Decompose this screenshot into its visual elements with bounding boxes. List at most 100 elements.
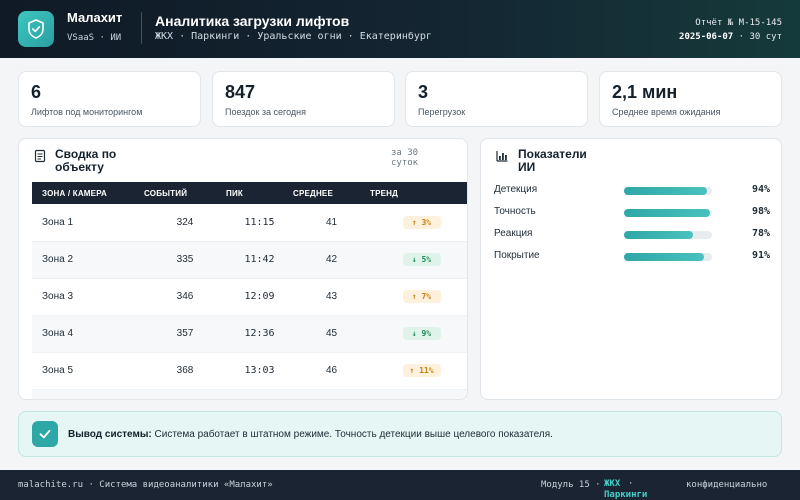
breadcrumb: ЖКХ · Паркинги · Уральские огни · Екатер… (155, 31, 432, 42)
app-header: Малахит VSaaS · ИИ Аналитика загрузки ли… (0, 0, 800, 58)
column-header: СРЕДНЕЕ (293, 188, 333, 198)
table-row: Зона 2 335 11:42 42 ↓ 5% (32, 241, 467, 278)
metric-row-accuracy: Точность 98% (494, 206, 770, 220)
average-cell: 43 (325, 291, 338, 302)
metric-value: 91% (751, 250, 770, 261)
events-cell: 335 (176, 254, 194, 265)
zone-cell: Зона 5 (42, 365, 74, 376)
events-cell: 324 (176, 216, 194, 228)
metric-bar (624, 231, 712, 239)
zone-cell: Зона 3 (42, 291, 74, 302)
trend-badge: ↑ 3% (402, 215, 441, 229)
events-cell: 346 (176, 291, 194, 302)
footer-tag: ЖКХ Паркинги (604, 479, 648, 500)
shield-check-logo-icon (18, 11, 54, 47)
ai-metrics-panel: Показатели ИИ Детекция 94% Точность 98% … (480, 138, 782, 400)
brand-name: Малахит (67, 10, 123, 25)
kpi-label: Среднее время ожидания (612, 107, 721, 117)
report-period: · 30 сут (738, 32, 782, 42)
metric-row-reaction: Реакция 78% (494, 228, 770, 242)
trend-badge: ↓ 5% (402, 253, 441, 266)
column-header: ТРЕНД (370, 188, 399, 198)
report-date: 2025-06-07 (679, 32, 734, 42)
system-output-text: Вывод системы: Система работает в штатно… (68, 429, 553, 440)
metric-bar-fill (624, 209, 711, 217)
footer-site: malachite.ru · Система видеоаналитики «М… (18, 480, 273, 490)
summary-title: Сводка по объекту (55, 147, 117, 174)
ai-metrics-title: Показатели ИИ (518, 147, 587, 174)
system-output-alert: Вывод системы: Система работает в штатно… (18, 411, 782, 457)
brand: Малахит VSaaS · ИИ (67, 10, 127, 46)
kpi-label: Лифтов под мониторингом (31, 107, 143, 117)
header-divider (141, 12, 142, 44)
events-cell: 357 (176, 328, 194, 339)
kpi-card-wait-time: 2,1 мин Среднее время ожидания (599, 71, 782, 127)
average-cell: 42 (325, 254, 338, 265)
system-output-message: Система работает в штатном режиме. Точно… (154, 429, 553, 440)
system-output-label: Вывод системы: (68, 429, 152, 440)
average-cell: 46 (325, 365, 338, 376)
page-title: Аналитика загрузки лифтов (155, 13, 350, 29)
kpi-card-monitored: 6 Лифтов под мониторингом (18, 71, 201, 127)
metric-row-detection: Детекция 94% (494, 184, 770, 198)
peak-cell: 11:15 (244, 216, 275, 228)
kpi-value: 3 (418, 82, 429, 102)
kpi-label: Поездок за сегодня (225, 107, 307, 117)
table-row: Зона 5 368 13:03 46 ↑ 11% (32, 352, 467, 389)
kpi-value: 6 (31, 82, 42, 102)
bar-chart-icon (496, 151, 508, 162)
metric-bar (624, 253, 712, 261)
metric-bar (624, 209, 712, 217)
zone-cell: Зона 4 (42, 328, 74, 339)
zone-cell: Зона 1 (42, 216, 74, 228)
checkmark-icon (32, 421, 58, 447)
footer-module: Модуль 15 · (541, 480, 601, 490)
average-cell: 41 (325, 216, 338, 228)
metric-value: 78% (751, 228, 770, 239)
metric-value: 98% (751, 206, 770, 217)
document-icon (34, 149, 46, 163)
trend-badge: ↑ 7% (402, 290, 441, 303)
trend-badge: ↑ 11% (402, 364, 441, 377)
table-row: Зона 1 324 11:15 41 ↑ 3% (32, 204, 467, 241)
peak-cell: 12:36 (244, 328, 275, 339)
table-row: Зона 3 346 12:09 43 ↑ 7% (32, 278, 467, 315)
summary-panel: Сводка по объекту за 30 суток ЗОНА / КАМ… (18, 138, 468, 400)
column-header: СОБЫТИЙ (144, 188, 188, 198)
table-row: Зона 4 357 12:36 45 ↓ 9% (32, 315, 467, 352)
metric-bar-fill (624, 253, 705, 261)
metric-bar-fill (624, 231, 693, 239)
kpi-card-overloads: 3 Перегрузок (405, 71, 588, 127)
column-header: ЗОНА / КАМЕРА (42, 188, 108, 198)
trend-badge: ↓ 9% (402, 327, 441, 340)
peak-cell: 11:42 (244, 254, 275, 265)
metric-bar-fill (624, 187, 707, 195)
column-header: ПИК (226, 188, 243, 198)
metric-label: Покрытие (494, 250, 540, 261)
brand-subtitle: VSaaS · ИИ (67, 33, 122, 43)
metric-row-coverage: Покрытие 91% (494, 250, 770, 264)
metric-label: Детекция (494, 184, 538, 195)
average-cell: 45 (325, 328, 338, 339)
report-number: Отчёт № M-15-145 (695, 18, 782, 28)
peak-cell: 13:03 (244, 365, 275, 376)
footer-separator: · (628, 479, 634, 489)
footer: malachite.ru · Система видеоаналитики «М… (0, 470, 800, 500)
kpi-value: 847 (225, 82, 256, 102)
table-row (32, 389, 467, 399)
summary-table: ЗОНА / КАМЕРА СОБЫТИЙ ПИК СРЕДНЕЕ ТРЕНД … (32, 182, 467, 399)
summary-period: за 30 суток (391, 148, 419, 168)
peak-cell: 12:09 (244, 291, 275, 302)
events-cell: 368 (176, 365, 194, 376)
metric-label: Точность (494, 206, 536, 217)
kpi-card-trips: 847 Поездок за сегодня (212, 71, 395, 127)
report-info: Отчёт № M-15-145 2025-06-07 · 30 сут (672, 16, 782, 44)
table-header-row: ЗОНА / КАМЕРА СОБЫТИЙ ПИК СРЕДНЕЕ ТРЕНД (32, 182, 467, 204)
kpi-value: 2,1 мин (612, 82, 678, 102)
zone-cell: Зона 2 (42, 254, 74, 265)
metric-value: 94% (751, 184, 770, 195)
metric-bar (624, 187, 712, 195)
kpi-label: Перегрузок (418, 107, 466, 117)
metric-label: Реакция (494, 228, 533, 239)
footer-confidential: конфиденциально (686, 480, 768, 490)
